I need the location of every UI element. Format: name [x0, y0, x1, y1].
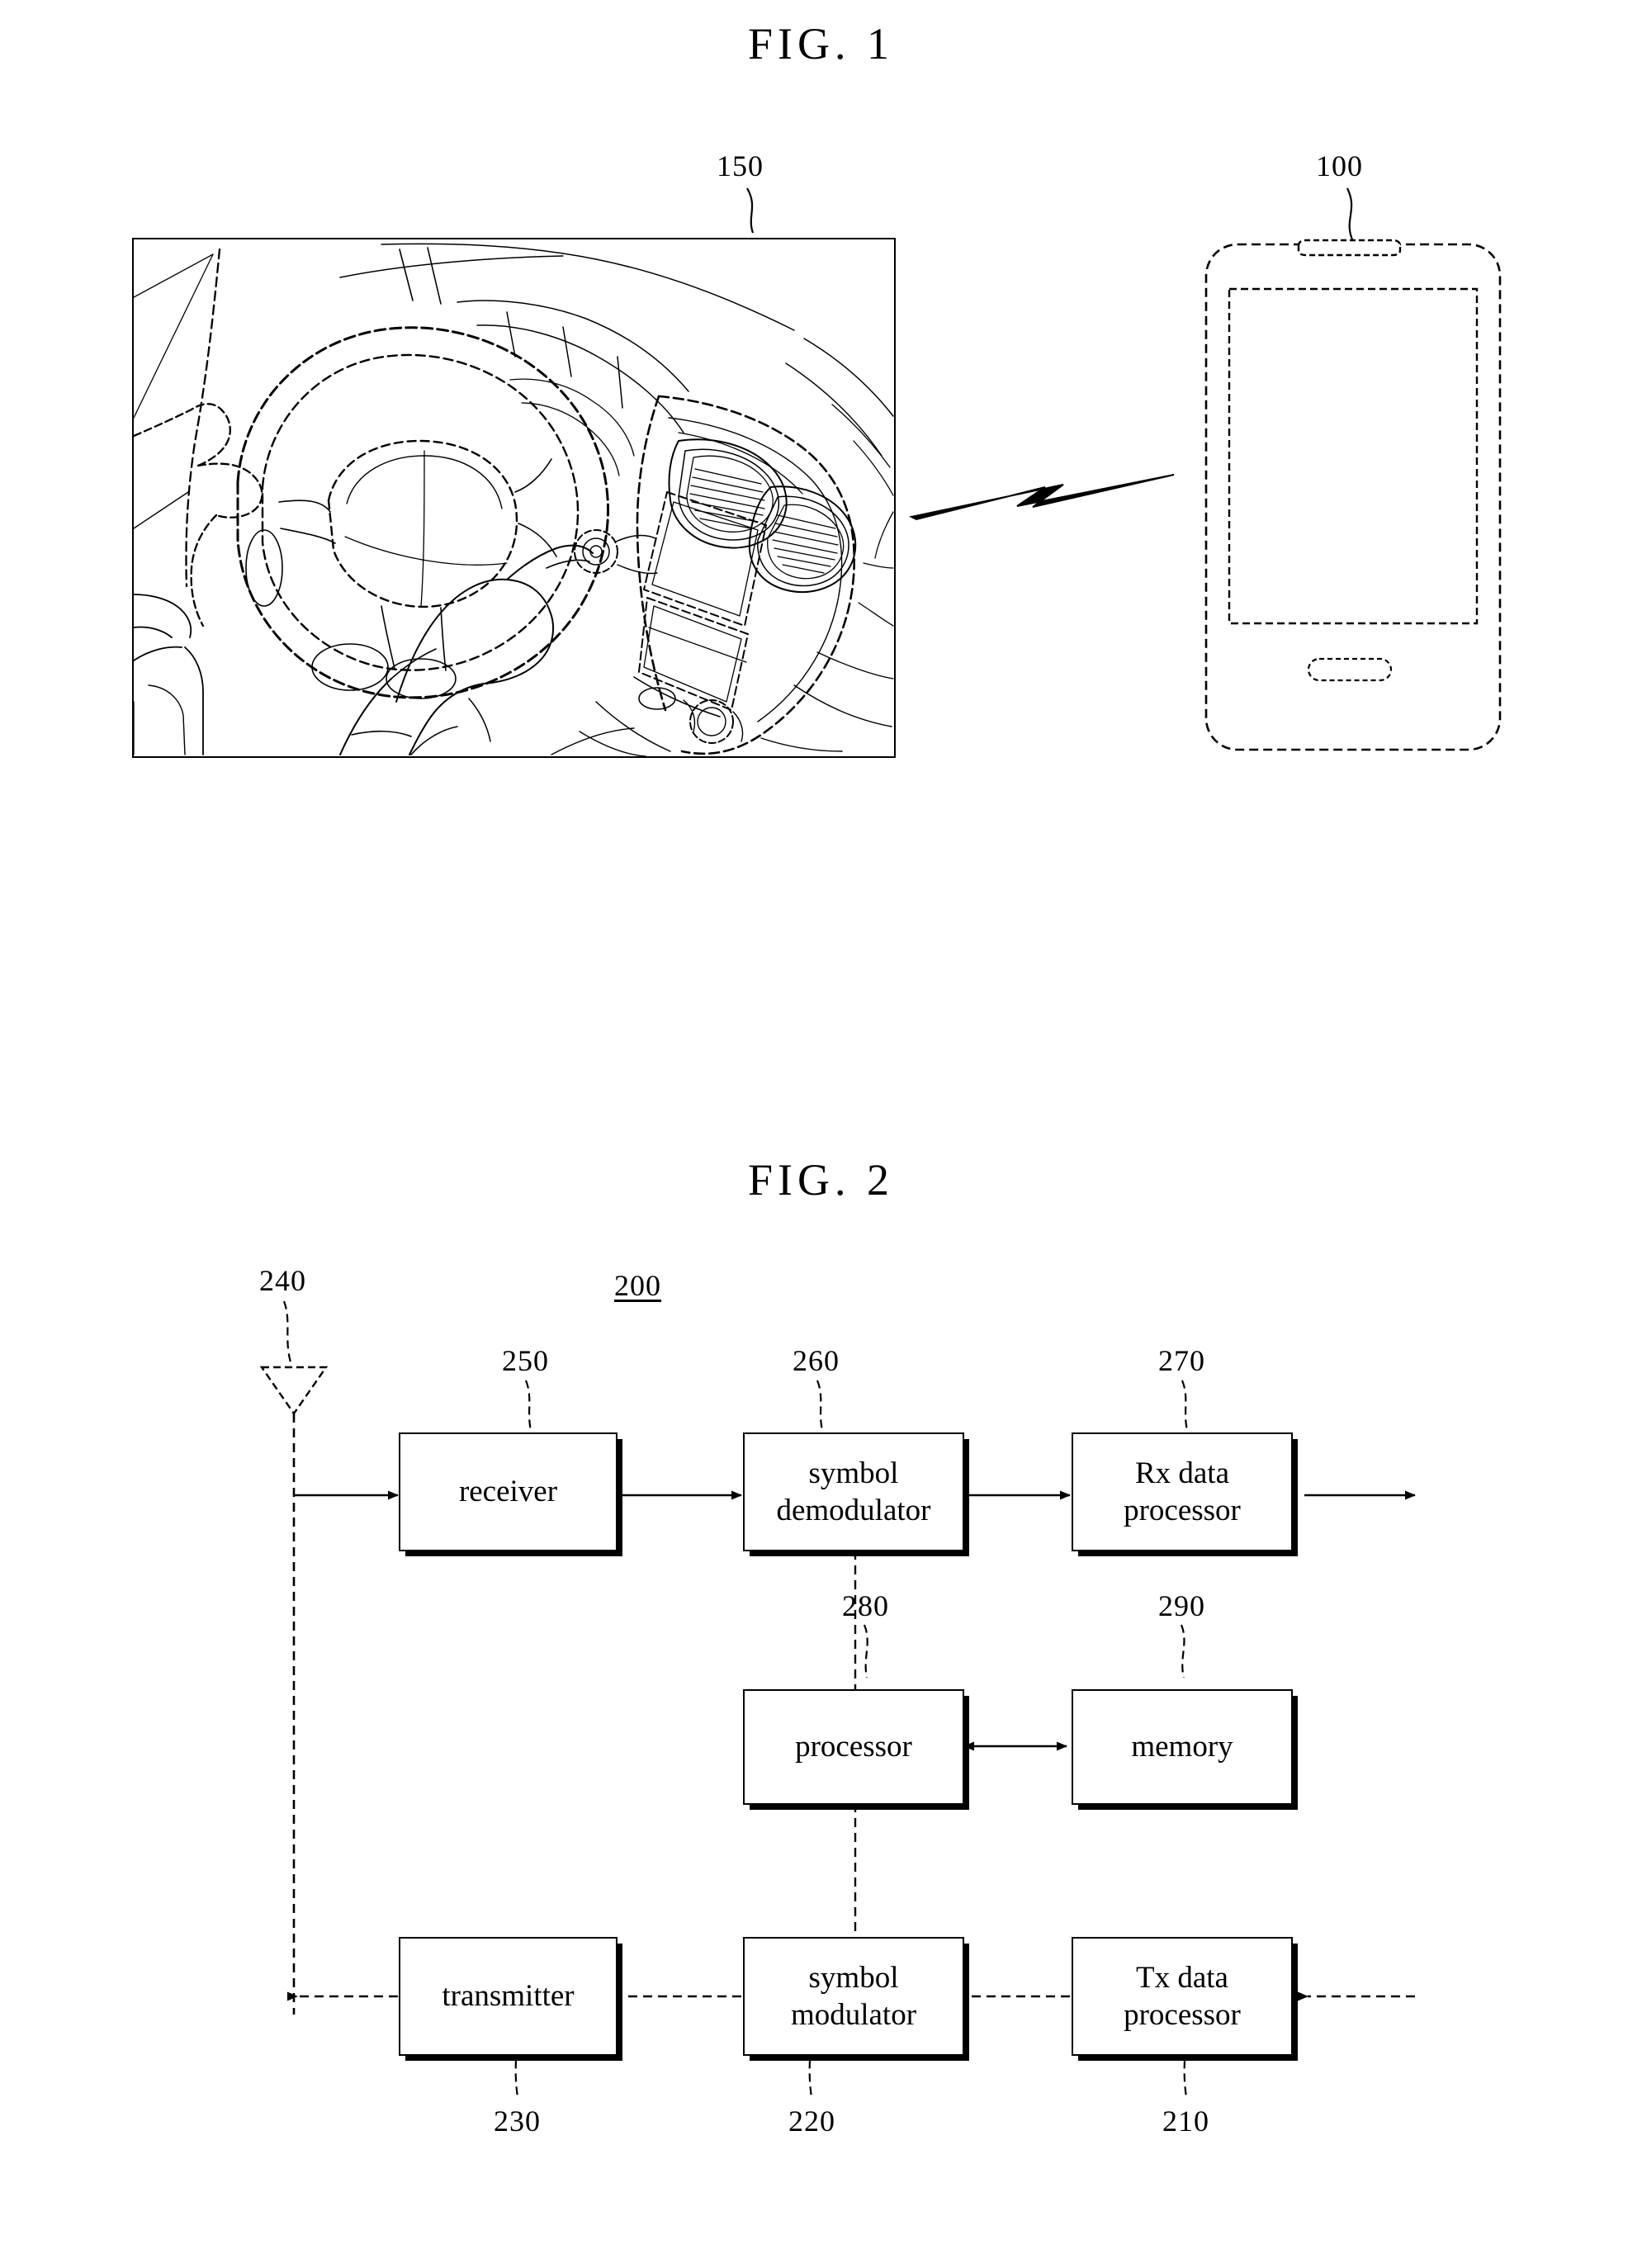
phone-screen — [1228, 287, 1479, 625]
leader-line-270 — [1181, 1380, 1190, 1434]
reference-numeral-240: 240 — [259, 1264, 306, 1297]
leader-line-280 — [863, 1624, 868, 1679]
block-tx-data-processor-label-1: Tx data — [1136, 1960, 1228, 1995]
block-processor-label: processor — [795, 1730, 912, 1764]
reference-numeral-250: 250 — [502, 1344, 549, 1377]
block-rx-data-processor-label-2: processor — [1124, 1494, 1241, 1527]
block-symbol-demodulator[interactable]: symbol demodulator — [743, 1432, 964, 1551]
leader-line-250 — [524, 1380, 533, 1434]
reference-numeral-270: 270 — [1158, 1344, 1205, 1377]
home-button — [1307, 657, 1393, 682]
block-symbol-demodulator-label-1: symbol — [808, 1456, 899, 1490]
block-rx-data-processor-label-1: Rx data — [1134, 1456, 1230, 1490]
figure-2-title: FIG. 2 — [747, 1155, 894, 1205]
reference-numeral-200: 200 — [614, 1269, 661, 1302]
block-memory[interactable]: memory — [1072, 1689, 1293, 1805]
block-tx-data-processor[interactable]: Tx data processor — [1072, 1937, 1293, 2056]
leader-line-290 — [1180, 1624, 1185, 1679]
block-processor[interactable]: processor — [743, 1689, 964, 1805]
phone-body — [1204, 243, 1502, 751]
block-receiver[interactable]: receiver — [399, 1432, 618, 1551]
block-symbol-demodulator-label-2: demodulator — [776, 1494, 931, 1527]
block-transmitter[interactable]: transmitter — [399, 1937, 618, 2056]
reference-numeral-230: 230 — [494, 2105, 541, 2138]
block-memory-label: memory — [1131, 1730, 1233, 1764]
reference-numeral-100: 100 — [1316, 149, 1363, 182]
earpiece-speaker — [1297, 239, 1402, 257]
block-rx-data-processor[interactable]: Rx data processor — [1072, 1432, 1293, 1551]
smartphone-outline — [1204, 239, 1502, 751]
reference-numeral-260: 260 — [793, 1344, 840, 1377]
lightning-bolt-icon — [908, 474, 1175, 521]
block-symbol-modulator[interactable]: symbol modulator — [743, 1937, 964, 2056]
block-symbol-modulator-label-2: modulator — [790, 1998, 917, 2032]
leader-line-100 — [1346, 187, 1354, 240]
reference-numeral-220: 220 — [788, 2105, 835, 2138]
leader-line-150 — [746, 187, 755, 234]
block-tx-data-processor-label-2: processor — [1124, 1998, 1241, 2032]
figure-1-title: FIG. 1 — [747, 19, 894, 69]
block-transmitter-label: transmitter — [442, 1979, 575, 2014]
reference-numeral-210: 210 — [1162, 2105, 1209, 2138]
antenna-icon — [259, 1366, 329, 1416]
reference-numeral-290: 290 — [1158, 1589, 1205, 1622]
reference-numeral-280: 280 — [842, 1589, 889, 1622]
leader-line-260 — [816, 1380, 825, 1434]
vehicle-interior-illustration — [132, 238, 896, 758]
car-interior-linework — [134, 243, 894, 756]
patent-drawing-sheet: FIG. 1 150 100 FIG. 2 200 240 250 260 27… — [0, 0, 1642, 2268]
block-receiver-label: receiver — [458, 1475, 558, 1509]
leader-line-240 — [282, 1300, 292, 1363]
reference-numeral-150: 150 — [717, 149, 764, 182]
block-symbol-modulator-label-1: symbol — [808, 1960, 899, 1995]
